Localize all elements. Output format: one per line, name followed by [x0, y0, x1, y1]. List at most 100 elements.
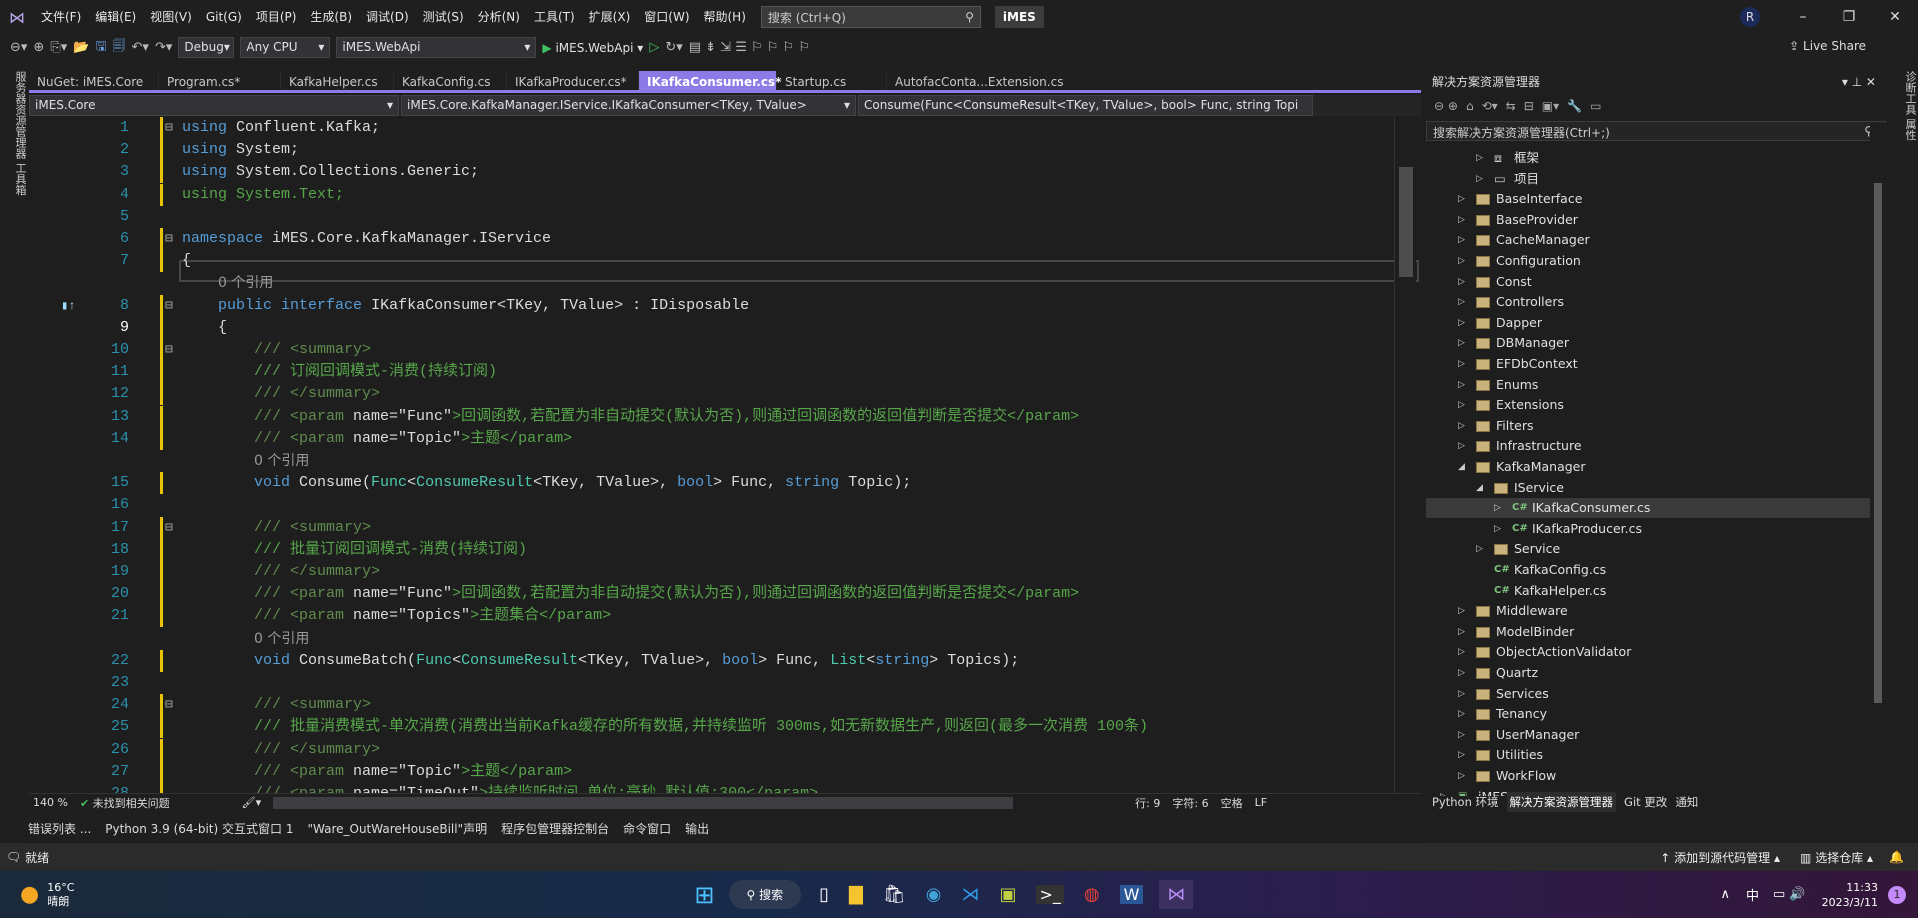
forward-icon[interactable]: ⊕ — [33, 40, 44, 55]
tree-item[interactable]: ▷ Quartz — [1426, 663, 1870, 683]
menu-project[interactable]: 项目(P) — [249, 0, 304, 34]
tab-declaration[interactable]: "Ware_OutWareHouseBill"声明 — [307, 820, 487, 837]
tree-item[interactable]: ▷ BaseInterface — [1426, 189, 1870, 209]
menu-view[interactable]: 视图(V) — [143, 0, 199, 34]
collapsed-arrow-icon[interactable]: ▷ — [1458, 622, 1465, 642]
store-icon[interactable]: 🛍 — [883, 884, 906, 905]
right-tool-strip[interactable]: 诊断工具 属性 — [1889, 63, 1918, 843]
menu-tools[interactable]: 工具(T) — [527, 0, 582, 34]
tab-error-list[interactable]: 错误列表 ... — [28, 820, 91, 837]
collapsed-arrow-icon[interactable]: ▷ — [1458, 272, 1465, 292]
tray-chevron-icon[interactable]: ∧ — [1720, 887, 1730, 902]
se-search-input[interactable]: 搜索解决方案资源管理器(Ctrl+;)⚲▾ — [1426, 121, 1886, 141]
fold-toggle-icon[interactable]: ⊟ — [165, 517, 173, 539]
bell-icon[interactable]: 🔔 — [1889, 850, 1904, 864]
edge-icon[interactable]: ◉ — [926, 884, 942, 905]
configuration-select[interactable]: Debug ▾ — [178, 37, 235, 58]
tab-kafkaconfig-cs[interactable]: KafkaConfig.cs — [394, 71, 507, 90]
tab-solution-explorer[interactable]: 解决方案资源管理器 — [1506, 792, 1617, 812]
collapsed-arrow-icon[interactable]: ▷ — [1476, 169, 1483, 189]
undo-icon[interactable]: ↶▾ — [132, 40, 149, 55]
collapsed-arrow-icon[interactable]: ▷ — [1458, 251, 1465, 271]
collapsed-arrow-icon[interactable]: ▷ — [1458, 725, 1465, 745]
collapsed-arrow-icon[interactable]: ▷ — [1458, 745, 1465, 765]
ime-indicator[interactable]: 中 — [1746, 885, 1759, 904]
type-dropdown[interactable]: iMES.Core.KafkaManager.IService.IKafkaCo… — [401, 95, 856, 116]
close-icon[interactable]: ✕ — [1872, 9, 1918, 25]
menu-analyze[interactable]: 分析(N) — [471, 0, 527, 34]
member-dropdown[interactable]: Consume(Func<ConsumeResult<TKey, TValue>… — [858, 95, 1313, 116]
file-explorer-icon[interactable]: ▇ — [849, 884, 863, 905]
tree-item[interactable]: ◢ IService — [1426, 478, 1870, 498]
tree-item[interactable]: ▷ CacheManager — [1426, 230, 1870, 250]
tree-item[interactable]: ▷ Controllers — [1426, 292, 1870, 312]
platform-select[interactable]: Any CPU ▾ — [240, 37, 331, 58]
collapsed-arrow-icon[interactable]: ▷ — [1458, 375, 1465, 395]
se-scrollbar-thumb[interactable] — [1874, 183, 1882, 703]
tab-program-cs-[interactable]: Program.cs* — [159, 71, 281, 90]
collapsed-arrow-icon[interactable]: ▷ — [1476, 148, 1483, 168]
tab-command-window[interactable]: 命令窗口 — [623, 820, 671, 837]
tree-item[interactable]: ▷ Dapper — [1426, 313, 1870, 333]
start-without-debugging-icon[interactable]: ▷ — [649, 40, 659, 55]
menu-window[interactable]: 窗口(W) — [637, 0, 696, 34]
sync-icon[interactable]: ⇆ — [1506, 99, 1516, 113]
whitespace-indicator[interactable]: 空格 — [1221, 795, 1243, 811]
left-tool-strip[interactable]: 服务器资源管理器 工具箱 — [0, 63, 28, 843]
tree-item[interactable]: ▷ C# IKafkaProducer.cs — [1426, 519, 1870, 539]
tab-ikafkaconsumer-cs-[interactable]: IKafkaConsumer.cs* ⊣ ✕ — [639, 71, 781, 111]
menu-file[interactable]: 文件(F) — [34, 0, 88, 34]
collapsed-arrow-icon[interactable]: ▷ — [1494, 519, 1501, 539]
tree-item[interactable]: ▷ Enums — [1426, 375, 1870, 395]
fold-toggle-icon[interactable]: ⊟ — [165, 339, 173, 361]
tree-item[interactable]: ▷ UserManager — [1426, 725, 1870, 745]
solution-tools-icon[interactable]: ▤ ⇟ ⇲ ☰ ⚐ ⚐ ⚐ ⚐ — [689, 40, 810, 55]
tab-autofacconta-extension-cs[interactable]: AutofacConta...Extension.cs — [887, 71, 1063, 90]
tree-item[interactable]: ▷ Const — [1426, 272, 1870, 292]
taskbar-search[interactable]: ⚲ 搜索 — [728, 880, 802, 909]
collapsed-arrow-icon[interactable]: ▷ — [1458, 704, 1465, 724]
tab-git-changes[interactable]: Git 更改 — [1624, 794, 1667, 810]
network-volume-icon[interactable]: ▭ 🔊 — [1773, 887, 1806, 902]
menu-git[interactable]: Git(G) — [199, 0, 249, 34]
tab-package-manager-console[interactable]: 程序包管理器控制台 — [501, 820, 609, 837]
tree-item[interactable]: ▷ BaseProvider — [1426, 210, 1870, 230]
zoom-level[interactable]: 140 % — [29, 796, 68, 809]
editor-vertical-scrollbar[interactable] — [1394, 117, 1416, 793]
collapsed-arrow-icon[interactable]: ▷ — [1458, 313, 1465, 333]
collapsed-arrow-icon[interactable]: ▷ — [1476, 539, 1483, 559]
tree-item[interactable]: ▷ C# IKafkaConsumer.cs — [1426, 498, 1870, 519]
live-share-button[interactable]: ⇪ Live Share — [1789, 39, 1866, 53]
notification-badge[interactable]: 1 — [1888, 885, 1906, 904]
se-scrollbar[interactable] — [1870, 123, 1886, 768]
code-editor[interactable]: ▮↑ 1 ⊟ using Confluent.Kafka; 2 using System… — [29, 117, 1421, 793]
tree-item[interactable]: ▷ Services — [1426, 684, 1870, 704]
global-search-input[interactable]: 搜索 (Ctrl+Q) ⚲ — [760, 6, 981, 28]
weather-widget[interactable]: ● 16°C 晴朗 — [20, 881, 74, 909]
tab-output[interactable]: 输出 — [685, 820, 709, 837]
collapsed-arrow-icon[interactable]: ▷ — [1458, 601, 1465, 621]
collapsed-arrow-icon[interactable]: ▷ — [1458, 333, 1465, 353]
collapsed-arrow-icon[interactable]: ▷ — [1458, 230, 1465, 250]
collapsed-arrow-icon[interactable]: ▷ — [1458, 292, 1465, 312]
menu-build[interactable]: 生成(B) — [303, 0, 359, 34]
tree-item[interactable]: ▷ ▭ 项目 — [1426, 169, 1870, 189]
open-icon[interactable]: 📂 — [73, 40, 89, 55]
tab-kafkahelper-cs[interactable]: KafkaHelper.cs — [281, 71, 394, 90]
collapsed-arrow-icon[interactable]: ▷ — [1494, 498, 1501, 518]
cleanup-icon[interactable]: 🖌▾ — [242, 796, 262, 809]
add-to-source-control-button[interactable]: ↑ 添加到源代码管理 ▴ — [1660, 849, 1780, 866]
tab-python-env[interactable]: Python 环境 — [1432, 794, 1499, 810]
tree-item[interactable]: ▷ Middleware — [1426, 601, 1870, 621]
tab-python-interactive[interactable]: Python 3.9 (64-bit) 交互式窗口 1 — [105, 820, 293, 837]
history-icon[interactable]: ⟲▾ — [1482, 99, 1498, 113]
menu-extensions[interactable]: 扩展(X) — [582, 0, 638, 34]
expanded-arrow-icon[interactable]: ◢ — [1458, 457, 1465, 477]
preview-icon[interactable]: ▭ — [1590, 99, 1601, 113]
tree-item[interactable]: ▷ Filters — [1426, 416, 1870, 436]
tree-item[interactable]: ▷ Service — [1426, 539, 1870, 559]
fold-toggle-icon[interactable]: ⊟ — [165, 228, 173, 250]
back-icon[interactable]: ⊖▾ — [10, 40, 27, 55]
tree-item[interactable]: ▷ WorkFlow — [1426, 766, 1870, 786]
tree-item[interactable]: ▷ ⧈ 框架 — [1426, 148, 1870, 168]
